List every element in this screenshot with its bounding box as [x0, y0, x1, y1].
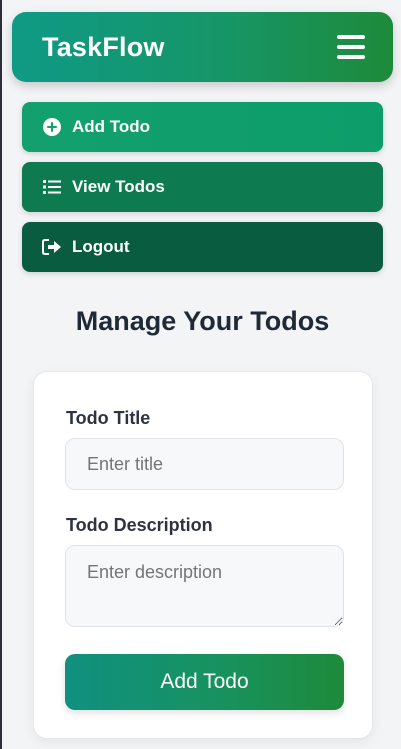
menu-item-view-todos[interactable]: View Todos: [22, 162, 383, 212]
menu-item-label: Add Todo: [72, 117, 151, 136]
hamburger-icon[interactable]: [337, 35, 365, 59]
plus-circle-icon: [42, 117, 62, 137]
list-icon: [42, 177, 62, 197]
todo-form-card: Todo Title Todo Description Add Todo: [33, 371, 373, 739]
todo-title-label: Todo Title: [66, 408, 151, 428]
brand-logo[interactable]: TaskFlow: [42, 32, 165, 63]
todo-description-label: Todo Description: [66, 515, 213, 535]
menu-item-label: Logout: [72, 237, 130, 256]
logout-icon: [42, 237, 62, 257]
page: TaskFlow Add Todo View Todos Logout Mana…: [0, 0, 401, 749]
add-todo-button[interactable]: Add Todo: [65, 654, 344, 710]
hamburger-line: [337, 55, 365, 59]
menu-item-logout[interactable]: Logout: [22, 222, 383, 272]
todo-title-input[interactable]: [65, 438, 344, 490]
todo-description-input[interactable]: [65, 545, 344, 627]
hamburger-line: [337, 45, 365, 49]
menu-item-label: View Todos: [72, 177, 165, 196]
page-title: Manage Your Todos: [75, 306, 330, 336]
hamburger-line: [337, 35, 365, 39]
app-header: TaskFlow: [12, 12, 393, 82]
nav-menu: Add Todo View Todos Logout: [22, 102, 383, 282]
menu-item-add-todo[interactable]: Add Todo: [22, 102, 383, 152]
